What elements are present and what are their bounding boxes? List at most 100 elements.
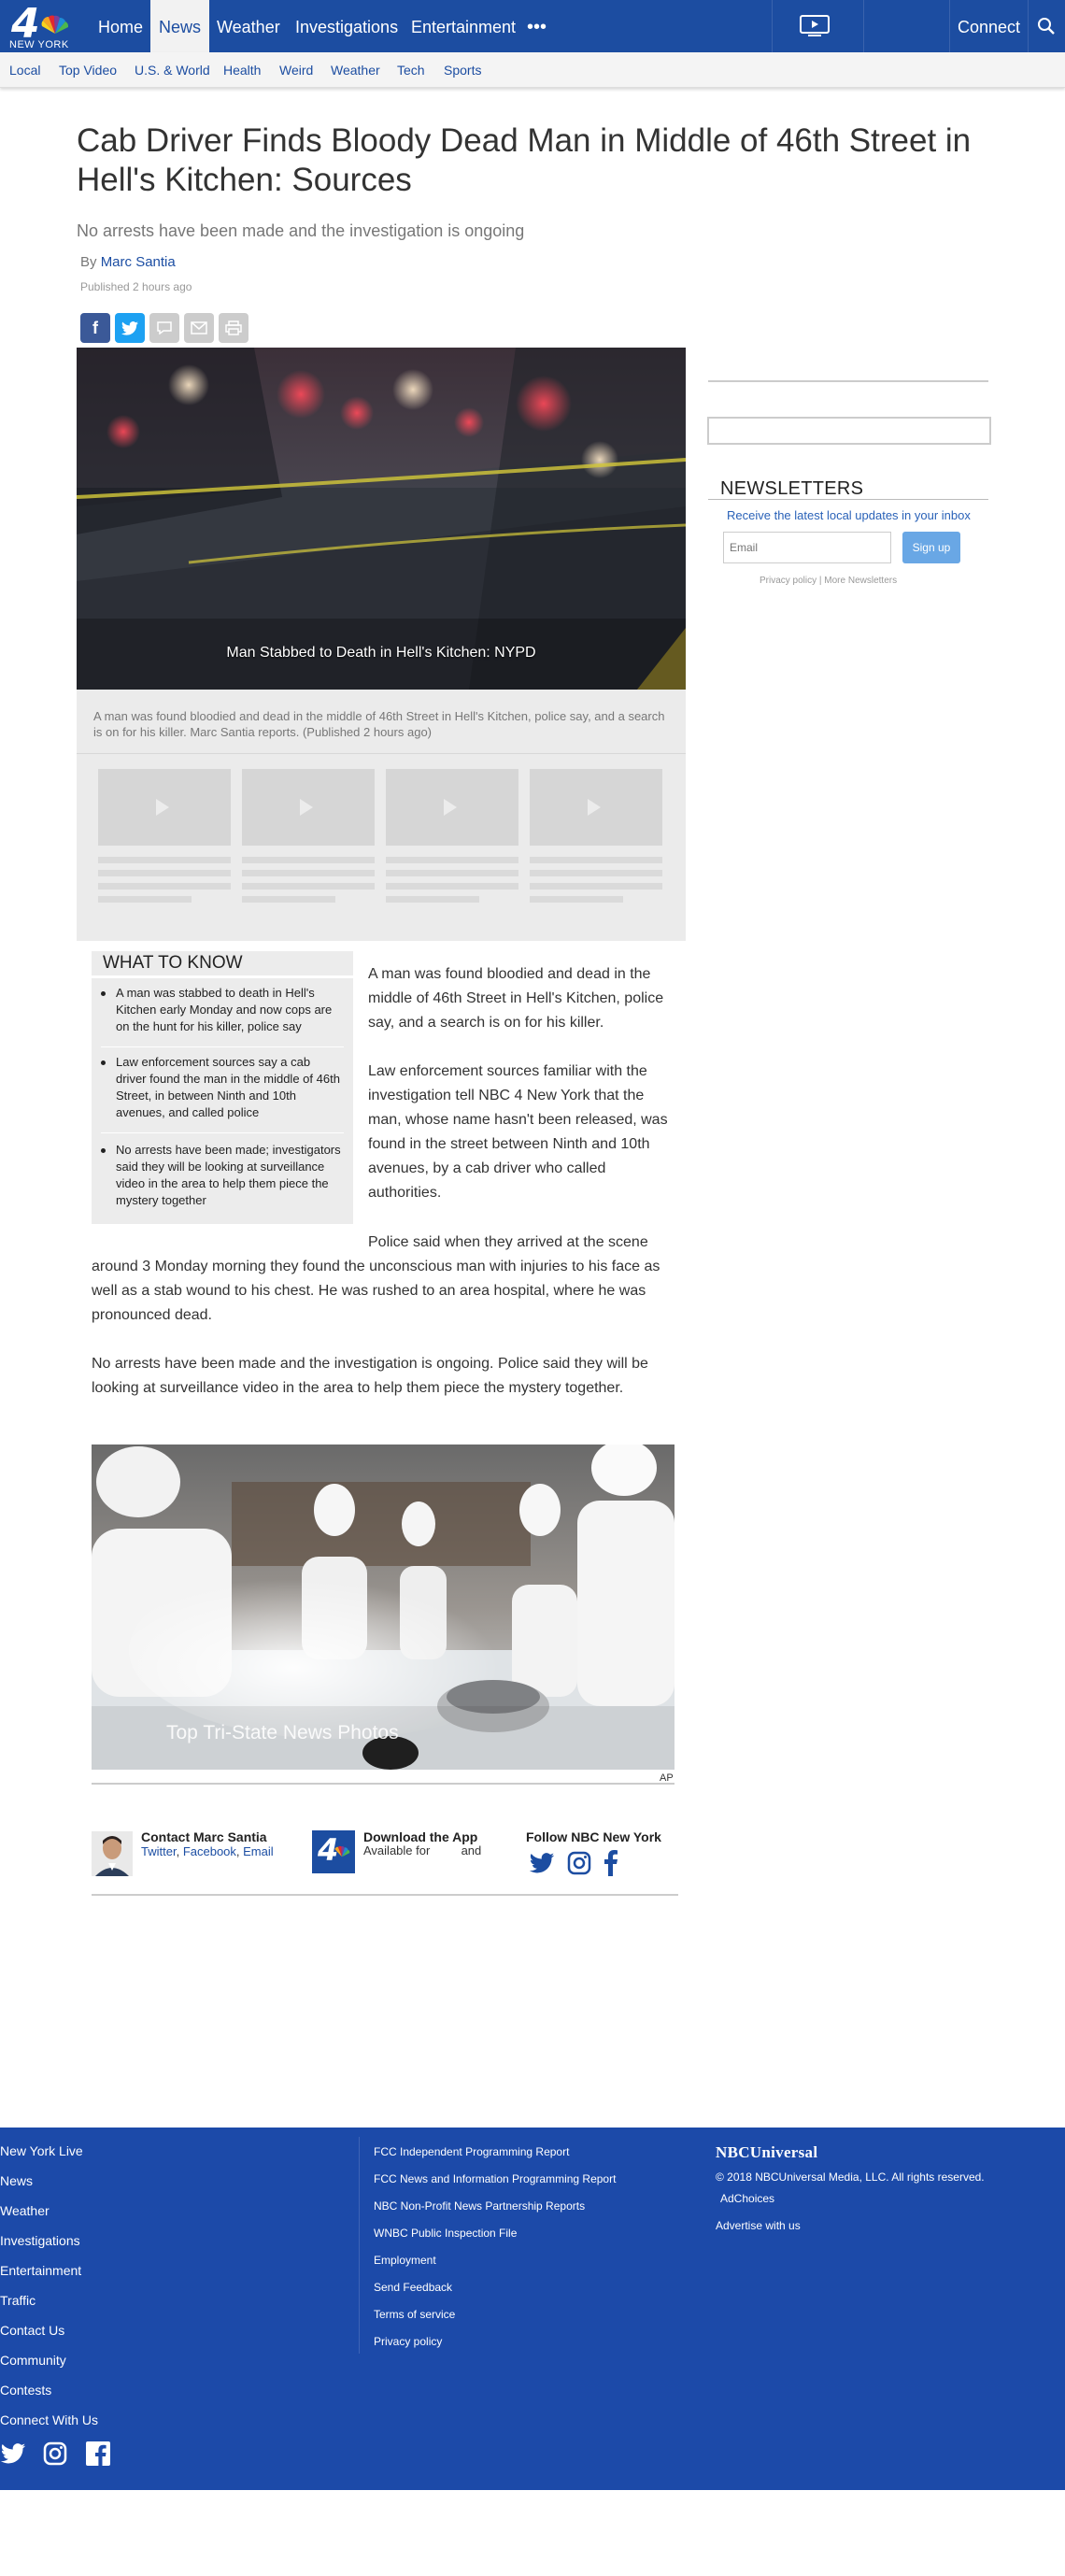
subnav-health[interactable]: Health <box>223 52 261 88</box>
contact-divider <box>92 1894 678 1896</box>
footer: New York Live News Weather Investigation… <box>0 2128 1065 2490</box>
nav-home[interactable]: Home <box>98 0 143 52</box>
footer-link[interactable]: NBC Non-Profit News Partnership Reports <box>374 2199 585 2213</box>
footer-link[interactable]: Send Feedback <box>374 2281 452 2294</box>
playlist-thumbnail[interactable] <box>98 769 231 846</box>
nav-divider <box>863 0 864 52</box>
placeholder-line <box>386 857 518 863</box>
app-title: Download the App <box>363 1829 478 1844</box>
email-share-button[interactable] <box>184 313 214 343</box>
instagram-icon[interactable] <box>567 1851 591 1875</box>
search-icon[interactable] <box>1037 17 1056 36</box>
footer-divider <box>359 2137 360 2354</box>
newsletter-email-input[interactable] <box>723 532 891 563</box>
newsletters-links[interactable]: Privacy policy | More Newsletters <box>760 576 897 586</box>
facebook-share-button[interactable]: f <box>80 313 110 343</box>
playlist-thumbnail[interactable] <box>530 769 662 846</box>
what-to-know-box: WHAT TO KNOW A man was stabbed to death … <box>92 951 353 1224</box>
footer-link[interactable]: Community <box>0 2353 66 2368</box>
play-icon <box>156 799 169 816</box>
footer-link[interactable]: Contests <box>0 2383 51 2398</box>
connect-link[interactable]: Connect <box>958 0 1020 52</box>
author-link[interactable]: Marc Santia <box>101 254 176 270</box>
email-icon <box>191 321 207 334</box>
nbc4-logo[interactable]: 4 NEW YORK <box>7 0 75 50</box>
nav-weather[interactable]: Weather <box>217 0 280 52</box>
facebook-icon[interactable] <box>86 2441 110 2466</box>
footer-link[interactable]: WNBC Public Inspection File <box>374 2227 517 2240</box>
nav-news[interactable]: News <box>150 0 210 52</box>
subnav-weird[interactable]: Weird <box>279 52 313 88</box>
footer-link[interactable]: Terms of service <box>374 2308 455 2321</box>
video-player[interactable]: Man Stabbed to Death in Hell's Kitchen: … <box>77 348 686 690</box>
placeholder-line <box>386 870 518 876</box>
what-to-know-item: No arrests have been made; investigators… <box>101 1142 344 1209</box>
subnav-top-video[interactable]: Top Video <box>59 52 117 88</box>
newsletter-signup-button[interactable]: Sign up <box>902 532 960 563</box>
instagram-icon[interactable] <box>43 2441 67 2466</box>
rail-divider <box>708 380 988 382</box>
play-icon <box>444 799 457 816</box>
footer-link[interactable]: Privacy policy <box>374 2335 442 2348</box>
advertise-link[interactable]: Advertise with us <box>716 2219 801 2232</box>
footer-link[interactable]: Contact Us <box>0 2323 64 2338</box>
video-playlist <box>77 753 686 941</box>
contact-facebook-link[interactable]: Facebook <box>183 1844 236 1858</box>
playlist-thumbnail[interactable] <box>242 769 375 846</box>
footer-link[interactable]: FCC Independent Programming Report <box>374 2145 569 2158</box>
twitter-icon[interactable] <box>529 1853 555 1873</box>
placeholder-line <box>386 896 479 903</box>
article-subhead: No arrests have been made and the invest… <box>77 221 525 240</box>
bullet-icon <box>101 1148 106 1153</box>
placeholder-line <box>530 883 662 890</box>
article-paragraph: No arrests have been made and the invest… <box>92 1356 648 1396</box>
footer-link[interactable]: FCC News and Information Programming Rep… <box>374 2172 616 2185</box>
contact-title: Contact Marc Santia <box>141 1829 267 1844</box>
footer-link[interactable]: Connect With Us <box>0 2412 98 2427</box>
comment-share-button[interactable] <box>149 313 179 343</box>
twitter-icon <box>121 320 138 335</box>
footer-link[interactable]: Employment <box>374 2254 436 2267</box>
twitter-share-button[interactable] <box>115 313 145 343</box>
tv-icon[interactable] <box>800 15 830 37</box>
footer-link[interactable]: News <box>0 2173 33 2188</box>
twitter-icon[interactable] <box>0 2443 26 2464</box>
placeholder-line <box>98 883 231 890</box>
print-button[interactable] <box>219 313 248 343</box>
subnav-us-world[interactable]: U.S. & World <box>135 52 210 88</box>
play-icon <box>588 799 601 816</box>
footer-link[interactable]: Weather <box>0 2203 50 2218</box>
nav-divider <box>1028 0 1029 52</box>
placeholder-line <box>242 857 375 863</box>
footer-link[interactable]: New York Live <box>0 2143 83 2158</box>
top-navigation: 4 NEW YORK Home News Weather Investigati… <box>0 0 1065 52</box>
contact-links: Twitter, Facebook, Email <box>141 1844 274 1858</box>
what-to-know-title: WHAT TO KNOW <box>103 953 243 973</box>
what-to-know-item: A man was stabbed to death in Hell's Kit… <box>101 985 344 1035</box>
contact-email-link[interactable]: Email <box>243 1844 274 1858</box>
byline: By Marc Santia <box>80 254 176 270</box>
facebook-icon: f <box>92 318 98 337</box>
photo-gallery[interactable]: Top Tri-State News Photos <box>92 1445 674 1770</box>
app-available-text: Available for and <box>363 1843 482 1857</box>
contact-twitter-link[interactable]: Twitter <box>141 1844 177 1858</box>
subnav-tech[interactable]: Tech <box>397 52 425 88</box>
nav-entertainment[interactable]: Entertainment <box>411 0 516 52</box>
placeholder-line <box>98 870 231 876</box>
nav-investigations[interactable]: Investigations <box>295 0 398 52</box>
gallery-title: Top Tri-State News Photos <box>166 1722 399 1743</box>
nav-divider <box>772 0 773 52</box>
footer-link[interactable]: Traffic <box>0 2293 36 2308</box>
footer-link[interactable]: Entertainment <box>0 2263 81 2278</box>
placeholder-line <box>242 896 335 903</box>
adchoices-link[interactable]: AdChoices <box>720 2192 774 2205</box>
playlist-thumbnail[interactable] <box>386 769 518 846</box>
facebook-icon[interactable] <box>603 1850 619 1876</box>
subnav-local[interactable]: Local <box>9 52 40 88</box>
subnav-sports[interactable]: Sports <box>444 52 481 88</box>
subnav-weather[interactable]: Weather <box>331 52 380 88</box>
app-icon[interactable]: 4 <box>312 1830 355 1873</box>
footer-link[interactable]: Investigations <box>0 2233 80 2248</box>
nav-divider <box>949 0 950 52</box>
nav-more[interactable]: ••• <box>527 0 547 52</box>
